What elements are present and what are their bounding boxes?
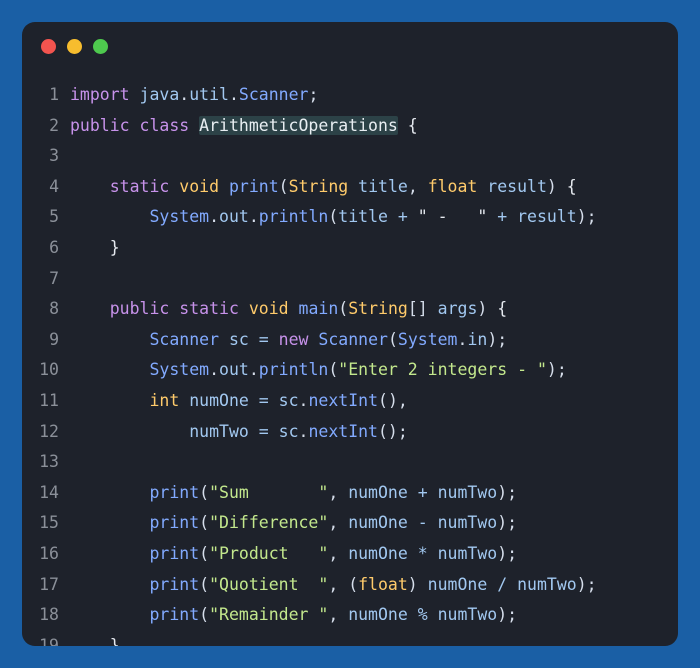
line-content[interactable]: Scanner sc = new Scanner(System.in); — [70, 325, 678, 356]
line-number: 14 — [39, 482, 59, 502]
line-number: 11 — [39, 390, 59, 410]
line-content[interactable] — [70, 447, 678, 478]
code-line: 2 public class ArithmeticOperations { — [22, 111, 678, 142]
code-line: 17 print("Quotient ", (float) numOne / n… — [22, 570, 678, 601]
line-number: 12 — [39, 421, 59, 441]
code-line: 3 — [22, 141, 678, 172]
line-content[interactable]: print("Quotient ", (float) numOne / numT… — [70, 570, 678, 601]
line-number: 5 — [49, 207, 59, 227]
code-line: 11 int numOne = sc.nextInt(), — [22, 386, 678, 417]
line-number: 13 — [39, 452, 59, 472]
line-number: 3 — [49, 146, 59, 166]
line-content[interactable]: public class ArithmeticOperations { — [70, 111, 678, 142]
line-content[interactable]: public static void main(String[] args) { — [70, 294, 678, 325]
code-editor[interactable]: 1 import java.util.Scanner; 2 public cla… — [22, 64, 678, 646]
line-content[interactable]: System.out.println(title + " - " + resul… — [70, 202, 678, 233]
code-line: 15 print("Difference", numOne - numTwo); — [22, 508, 678, 539]
line-number: 1 — [49, 85, 59, 104]
code-line: 19 } — [22, 631, 678, 646]
line-content[interactable]: int numOne = sc.nextInt(), — [70, 386, 678, 417]
line-number: 9 — [49, 329, 59, 349]
line-content[interactable]: print("Product ", numOne * numTwo); — [70, 539, 678, 570]
line-content[interactable]: numTwo = sc.nextInt(); — [70, 417, 678, 448]
line-content[interactable]: static void print(String title, float re… — [70, 172, 678, 203]
code-line: 13 — [22, 447, 678, 478]
line-content[interactable]: print("Difference", numOne - numTwo); — [70, 508, 678, 539]
highlighted-class-name: ArithmeticOperations — [199, 115, 398, 135]
code-line: 5 System.out.println(title + " - " + res… — [22, 202, 678, 233]
line-content[interactable]: } — [70, 233, 678, 264]
code-line: 7 — [22, 264, 678, 295]
line-content[interactable] — [70, 141, 678, 172]
line-content[interactable]: System.out.println("Enter 2 integers - "… — [70, 355, 678, 386]
line-number: 6 — [49, 237, 59, 257]
code-line: 12 numTwo = sc.nextInt(); — [22, 417, 678, 448]
line-content[interactable]: print("Remainder ", numOne % numTwo); — [70, 600, 678, 631]
maximize-dot[interactable] — [93, 39, 108, 54]
code-line: 4 static void print(String title, float … — [22, 172, 678, 203]
line-content[interactable]: print("Sum ", numOne + numTwo); — [70, 478, 678, 509]
line-number: 15 — [39, 513, 59, 533]
line-number: 7 — [49, 268, 59, 288]
code-line: 18 print("Remainder ", numOne % numTwo); — [22, 600, 678, 631]
close-dot[interactable] — [41, 39, 56, 54]
line-number: 4 — [49, 176, 59, 196]
line-content[interactable]: import java.util.Scanner; — [70, 80, 678, 111]
line-number: 2 — [49, 115, 59, 135]
code-line: 10 System.out.println("Enter 2 integers … — [22, 355, 678, 386]
code-snippet-window: 1 import java.util.Scanner; 2 public cla… — [22, 22, 678, 646]
minimize-dot[interactable] — [67, 39, 82, 54]
window-titlebar — [22, 22, 678, 64]
line-number: 10 — [39, 360, 59, 380]
line-number: 17 — [39, 574, 59, 594]
line-number: 8 — [49, 299, 59, 319]
line-number: 19 — [39, 635, 59, 646]
line-content[interactable]: } — [70, 631, 678, 646]
code-line: 8 public static void main(String[] args)… — [22, 294, 678, 325]
line-number: 18 — [39, 605, 59, 625]
code-line: 16 print("Product ", numOne * numTwo); — [22, 539, 678, 570]
line-content[interactable] — [70, 264, 678, 295]
code-line: 1 import java.util.Scanner; — [22, 80, 678, 111]
code-line: 6 } — [22, 233, 678, 264]
code-line: 14 print("Sum ", numOne + numTwo); — [22, 478, 678, 509]
code-line: 9 Scanner sc = new Scanner(System.in); — [22, 325, 678, 356]
line-number: 16 — [39, 543, 59, 563]
